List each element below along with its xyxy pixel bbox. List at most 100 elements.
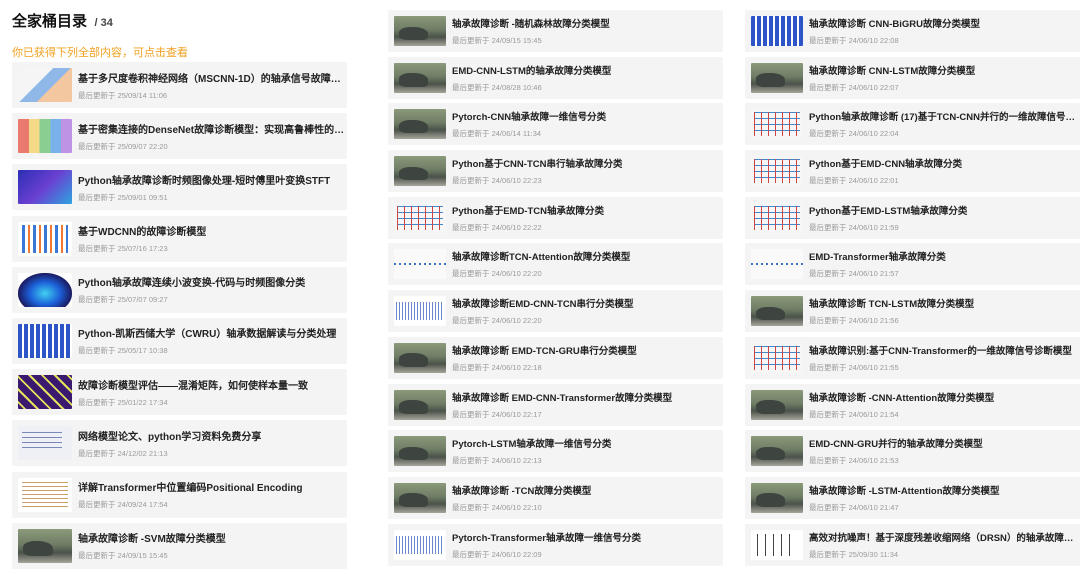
article-title[interactable]: 轴承故障诊断 EMD-TCN-GRU串行分类模型 <box>452 343 637 357</box>
article-item[interactable]: 轴承故障诊断 EMD-CNN-Transformer故障分类模型 最后更新于 24… <box>388 383 723 426</box>
article-title[interactable]: Python轴承故障连续小波变换-代码与时频图像分类 <box>78 274 305 289</box>
article-item[interactable]: Python-凯斯西储大学（CWRU）轴承数据解读与分类处理 最后更新于 25/0… <box>12 317 347 364</box>
article-title[interactable]: Python基于EMD-LSTM轴承故障分类 <box>809 203 967 217</box>
article-title[interactable]: EMD-CNN-GRU并行的轴承故障分类模型 <box>809 436 983 450</box>
article-thumbnail <box>751 482 803 513</box>
article-meta: Pytorch-Transformer轴承故障一维信号分类 最后更新于 24/06… <box>452 530 641 560</box>
article-item[interactable]: 基于多尺度卷积神经网络（MSCNN-1D）的轴承信号故障诊断模型 最后更新于 25… <box>12 62 347 108</box>
article-item[interactable]: 详解Transformer中位置编码Positional Encoding 最后更… <box>12 471 347 518</box>
article-updated-date: 最后更新于 24/06/10 21:54 <box>809 409 899 419</box>
article-thumbnail <box>18 221 72 256</box>
article-thumbnail <box>18 68 72 102</box>
article-updated-date: 最后更新于 24/06/10 22:13 <box>452 456 542 466</box>
article-updated-date: 最后更新于 25/09/01 09:51 <box>78 192 168 202</box>
article-thumbnail <box>751 529 803 560</box>
article-updated-date: 最后更新于 25/09/07 22:20 <box>78 141 168 151</box>
article-item[interactable]: 轴承故障识别:基于CNN-Transformer的一维故障信号诊断模型 最后更新于… <box>745 336 1080 379</box>
article-item[interactable]: 故障诊断模型评估——混淆矩阵，如何使样本量一致 最后更新于 25/01/22 17… <box>12 369 347 416</box>
article-title[interactable]: 网络模型论文、python学习资料免费分享 <box>78 428 261 443</box>
article-item[interactable]: EMD-Transformer轴承故障分类 最后更新于 24/06/10 21:5… <box>745 243 1080 286</box>
article-title[interactable]: 轴承故障诊断TCN-Attention故障分类模型 <box>452 249 630 263</box>
article-item[interactable]: 轴承故障诊断 -TCN故障分类模型 最后更新于 24/06/10 22:10 <box>388 476 723 519</box>
article-title[interactable]: Python基于EMD-CNN轴承故障分类 <box>809 156 962 170</box>
article-item[interactable]: Python基于EMD-CNN轴承故障分类 最后更新于 24/06/10 22:0… <box>745 150 1080 193</box>
article-item[interactable]: EMD-CNN-GRU并行的轴承故障分类模型最后更新于 24/06/10 21:… <box>745 430 1080 473</box>
article-title[interactable]: 基于多尺度卷积神经网络（MSCNN-1D）的轴承信号故障诊断模型 <box>78 70 347 85</box>
article-title[interactable]: 轴承故障诊断 CNN-LSTM故障分类模型 <box>809 63 975 77</box>
article-title[interactable]: EMD-Transformer轴承故障分类 <box>809 249 946 263</box>
article-item[interactable]: Python轴承故障诊断 (17)基于TCN-CNN并行的一维故障信号识别模型最… <box>745 103 1080 146</box>
article-title[interactable]: EMD-CNN-LSTM的轴承故障分类模型 <box>452 63 611 77</box>
article-thumbnail <box>18 528 72 563</box>
article-thumbnail <box>18 477 72 512</box>
article-updated-date: 最后更新于 24/09/15 15:45 <box>452 36 542 45</box>
article-item[interactable]: Pytorch-LSTM轴承故障一维信号分类最后更新于 24/06/10 22:… <box>388 430 723 473</box>
article-item[interactable]: Python轴承故障连续小波变换-代码与时频图像分类 最后更新于 25/07/07… <box>12 266 347 313</box>
article-title[interactable]: 轴承故障诊断 EMD-CNN-Transformer故障分类模型 <box>452 390 672 404</box>
article-title[interactable]: 详解Transformer中位置编码Positional Encoding <box>78 479 302 494</box>
catalog-subtitle: 你已获得下列全部内容，可点击查看 <box>12 47 188 59</box>
article-title[interactable]: 轴承故障诊断 -随机森林故障分类模型 <box>452 16 610 30</box>
article-item[interactable]: Python基于EMD-LSTM轴承故障分类最后更新于 24/06/10 21:… <box>745 196 1080 239</box>
article-item[interactable]: 高效对抗噪声！基于深度残差收缩网络（DRSN）的轴承故障诊断模型 最后更新于 25… <box>745 523 1080 566</box>
article-title[interactable]: 故障诊断模型评估——混淆矩阵，如何使样本量一致 <box>78 377 308 392</box>
article-thumbnail <box>394 109 446 140</box>
article-meta: Python基于CNN-TCN串行轴承故障分类 最后更新于 24/06/10 22… <box>452 156 622 186</box>
article-title[interactable]: Python轴承故障诊断时频图像处理-短时傅里叶变换STFT <box>78 172 330 187</box>
article-item[interactable]: 轴承故障诊断 -SVM故障分类模型最后更新于 24/09/15 15:45 <box>12 522 347 569</box>
article-title[interactable]: 高效对抗噪声！基于深度残差收缩网络（DRSN）的轴承故障诊断模型 <box>809 530 1080 544</box>
article-item[interactable]: 轴承故障诊断 EMD-TCN-GRU串行分类模型 最后更新于 24/06/10 2… <box>388 336 723 379</box>
article-title[interactable]: 轴承故障识别:基于CNN-Transformer的一维故障信号诊断模型 <box>809 343 1072 357</box>
article-title[interactable]: 轴承故障诊断 -SVM故障分类模型 <box>78 530 226 545</box>
article-title[interactable]: 基于密集连接的DenseNet故障诊断模型：实现高鲁棒性的深度故障诊断 <box>78 121 347 136</box>
article-item[interactable]: 基于WDCNN的故障诊断模型最后更新于 25/07/16 17:23 <box>12 215 347 262</box>
article-item[interactable]: Pytorch-Transformer轴承故障一维信号分类 最后更新于 24/06… <box>388 523 723 566</box>
article-updated-date: 最后更新于 24/06/10 22:04 <box>809 129 899 139</box>
article-item[interactable]: Python基于EMD-TCN轴承故障分类 最后更新于 24/06/10 22:2… <box>388 196 723 239</box>
article-title[interactable]: Pytorch-Transformer轴承故障一维信号分类 <box>452 530 641 544</box>
article-title[interactable]: Pytorch-CNN轴承故障一维信号分类 <box>452 109 606 123</box>
article-meta: EMD-CNN-GRU并行的轴承故障分类模型最后更新于 24/06/10 21:… <box>809 436 983 466</box>
article-title[interactable]: Python基于CNN-TCN串行轴承故障分类 <box>452 156 622 170</box>
article-item[interactable]: 轴承故障诊断EMD-CNN-TCN串行分类模型 最后更新于 24/06/10 22… <box>388 290 723 333</box>
article-updated-date: 最后更新于 24/06/10 21:56 <box>809 316 899 326</box>
article-title[interactable]: Python-凯斯西储大学（CWRU）轴承数据解读与分类处理 <box>78 325 336 340</box>
article-meta: 轴承故障诊断 EMD-TCN-GRU串行分类模型 最后更新于 24/06/10 2… <box>452 343 637 373</box>
article-title[interactable]: Pytorch-LSTM轴承故障一维信号分类 <box>452 436 611 450</box>
article-title[interactable]: 轴承故障诊断 -TCN故障分类模型 <box>452 483 591 497</box>
article-updated-date: 最后更新于 24/09/15 15:45 <box>78 551 168 561</box>
article-item[interactable]: 网络模型论文、python学习资料免费分享 最后更新于 24/12/02 21:1… <box>12 420 347 467</box>
article-item[interactable]: 轴承故障诊断TCN-Attention故障分类模型 最后更新于 24/06/10 … <box>388 243 723 286</box>
article-title[interactable]: 基于WDCNN的故障诊断模型 <box>78 223 206 238</box>
article-item[interactable]: 轴承故障诊断 -随机森林故障分类模型最后更新于 24/09/15 15:45 <box>388 10 723 52</box>
article-meta: Python轴承故障诊断 (17)基于TCN-CNN并行的一维故障信号识别模型最… <box>809 109 1080 139</box>
article-thumbnail <box>751 156 803 187</box>
article-item[interactable]: 轴承故障诊断 CNN-BiGRU故障分类模型最后更新于 24/06/10 22:… <box>745 10 1080 52</box>
article-item[interactable]: EMD-CNN-LSTM的轴承故障分类模型 最后更新于 24/08/28 10:4… <box>388 56 723 99</box>
article-item[interactable]: 轴承故障诊断 TCN-LSTM故障分类模型最后更新于 24/06/10 21:5… <box>745 290 1080 333</box>
article-item[interactable]: 轴承故障诊断 -CNN-Attention故障分类模型最后更新于 24/06/1… <box>745 383 1080 426</box>
article-meta: Python基于EMD-LSTM轴承故障分类最后更新于 24/06/10 21:… <box>809 203 967 233</box>
catalog-header: 全家桶目录 / 34 <box>12 10 113 31</box>
article-item[interactable]: Python基于CNN-TCN串行轴承故障分类 最后更新于 24/06/10 22… <box>388 150 723 193</box>
article-title[interactable]: 轴承故障诊断 -LSTM-Attention故障分类模型 <box>809 483 1000 497</box>
article-updated-date: 最后更新于 24/06/10 21:59 <box>809 222 899 232</box>
article-item[interactable]: 轴承故障诊断 -LSTM-Attention故障分类模型 最后更新于 24/06/… <box>745 476 1080 519</box>
article-item[interactable]: Python轴承故障诊断时频图像处理-短时傅里叶变换STFT 最后更新于 25/0… <box>12 164 347 211</box>
article-thumbnail <box>18 426 72 461</box>
article-updated-date: 最后更新于 24/06/10 22:08 <box>809 36 899 45</box>
article-title[interactable]: 轴承故障诊断EMD-CNN-TCN串行分类模型 <box>452 296 634 310</box>
catalog-title: 全家桶目录 <box>12 13 88 30</box>
article-thumbnail <box>751 249 803 280</box>
article-title[interactable]: 轴承故障诊断 TCN-LSTM故障分类模型 <box>809 296 974 310</box>
article-title[interactable]: 轴承故障诊断 CNN-BiGRU故障分类模型 <box>809 16 980 30</box>
article-meta: 轴承故障诊断 TCN-LSTM故障分类模型最后更新于 24/06/10 21:5… <box>809 296 974 326</box>
article-updated-date: 最后更新于 24/06/10 21:53 <box>809 456 899 466</box>
article-updated-date: 最后更新于 25/07/16 17:23 <box>78 244 168 254</box>
article-item[interactable]: 轴承故障诊断 CNN-LSTM故障分类模型 最后更新于 24/06/10 22:0… <box>745 56 1080 99</box>
article-item[interactable]: 基于密集连接的DenseNet故障诊断模型：实现高鲁棒性的深度故障诊断最后更新于… <box>12 113 347 160</box>
article-title[interactable]: Python轴承故障诊断 (17)基于TCN-CNN并行的一维故障信号识别模型 <box>809 109 1080 123</box>
article-item[interactable]: Pytorch-CNN轴承故障一维信号分类 最后更新于 24/06/14 11:3… <box>388 103 723 146</box>
article-title[interactable]: 轴承故障诊断 -CNN-Attention故障分类模型 <box>809 390 994 404</box>
article-title[interactable]: Python基于EMD-TCN轴承故障分类 <box>452 203 604 217</box>
